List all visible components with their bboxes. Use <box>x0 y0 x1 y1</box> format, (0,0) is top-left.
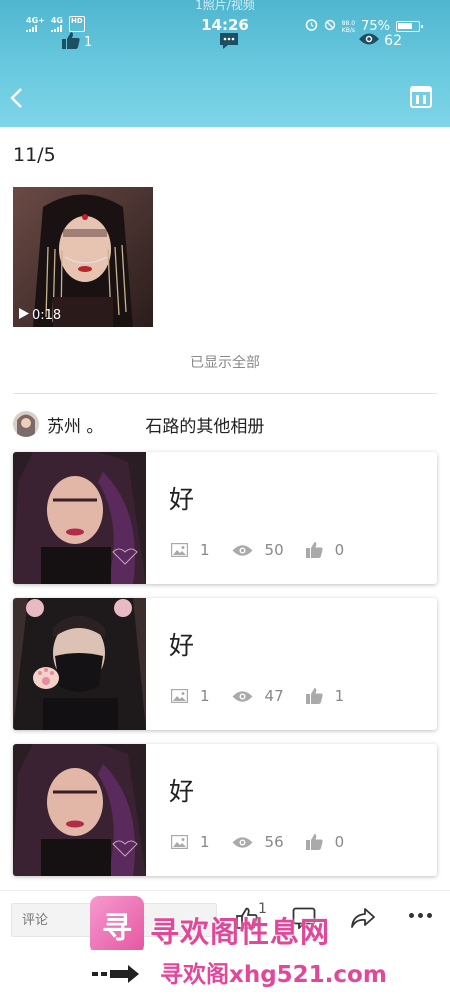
album-stats: 1 50 0 <box>171 541 344 559</box>
divider <box>13 393 437 394</box>
header-bar: 1照片/视频 4G+ 4G HD 14:26 88.0 KB/s 75% 1 6… <box>0 0 450 127</box>
album-thumbnail <box>13 744 146 876</box>
album-photo-count: 1 <box>200 541 210 559</box>
eye-icon <box>232 836 253 849</box>
album-view-count: 50 <box>264 541 284 559</box>
header-like-count: 1 <box>84 35 93 50</box>
album-thumbnail <box>13 452 146 584</box>
header-likes[interactable]: 1 <box>62 32 92 53</box>
image-icon <box>171 543 188 557</box>
avatar[interactable] <box>13 411 39 437</box>
album-like-count: 0 <box>334 833 345 851</box>
image-icon <box>171 689 188 703</box>
album-view-count: 47 <box>264 687 284 705</box>
album-photo-count: 1 <box>200 833 210 851</box>
album-stats: 1 56 0 <box>171 833 344 851</box>
arrow-right-icon <box>92 964 140 988</box>
comment-icon[interactable] <box>219 32 239 54</box>
video-duration: 0:18 <box>19 308 61 323</box>
watermark-logo: 寻 <box>90 896 144 954</box>
mute-icon <box>324 19 336 35</box>
share-icon <box>351 908 375 928</box>
album-title: 好 <box>169 485 195 514</box>
watermark-logo-text: 寻 <box>102 911 132 946</box>
owner-name: 苏州 。 <box>47 416 104 437</box>
eye-icon <box>232 544 253 557</box>
battery-icon <box>396 21 423 32</box>
album-title: 好 <box>169 631 195 660</box>
video-thumbnail[interactable]: 0:18 <box>13 187 153 327</box>
album-like-count: 0 <box>334 541 345 559</box>
album-view-count: 56 <box>264 833 284 851</box>
net-speed-unit: KB/s <box>341 26 356 34</box>
thumbs-up-icon <box>305 834 323 850</box>
watermark-url: 寻欢阁xhg521.com <box>160 962 387 988</box>
album-like-count: 1 <box>334 687 345 705</box>
back-button[interactable] <box>6 84 28 112</box>
share-button[interactable] <box>350 907 376 933</box>
header-view-count: 62 <box>384 33 402 49</box>
album-title: 好 <box>169 777 195 806</box>
alarm-icon <box>305 18 318 35</box>
chevron-left-icon <box>10 88 22 108</box>
album-card[interactable]: 好 1 56 0 <box>13 744 437 876</box>
app-root: 1照片/视频 4G+ 4G HD 14:26 88.0 KB/s 75% 1 6… <box>0 0 450 1000</box>
thumbs-up-icon <box>305 542 323 558</box>
album-photo-count: 1 <box>200 687 210 705</box>
video-duration-text: 0:18 <box>32 308 62 323</box>
more-button[interactable] <box>409 913 432 918</box>
header-caption: 1照片/视频 <box>195 0 255 12</box>
calendar-icon <box>410 86 432 108</box>
album-card[interactable]: 好 1 50 0 <box>13 452 437 584</box>
eye-icon <box>232 690 253 703</box>
owner-row[interactable]: 苏州 。 石路的其他相册 <box>13 411 264 437</box>
image-icon <box>171 835 188 849</box>
other-albums-label: 石路的其他相册 <box>145 416 265 437</box>
album-stats: 1 47 1 <box>171 687 344 705</box>
date-title: 11/5 <box>13 144 56 166</box>
net-speed: 88.0 KB/s <box>342 20 355 34</box>
eye-icon <box>358 32 380 50</box>
thumbs-up-icon <box>305 688 323 704</box>
shown-all-text: 已显示全部 <box>190 355 260 371</box>
header-views: 62 <box>358 32 402 50</box>
calendar-button[interactable] <box>410 86 432 108</box>
album-thumbnail <box>13 598 146 730</box>
watermark-text: 寻欢阁性息网 <box>150 915 331 949</box>
album-card[interactable]: 好 1 47 1 <box>13 598 437 730</box>
thumbs-up-icon <box>62 32 80 53</box>
net-speed-value: 88.0 <box>341 19 356 27</box>
play-icon <box>19 308 29 323</box>
